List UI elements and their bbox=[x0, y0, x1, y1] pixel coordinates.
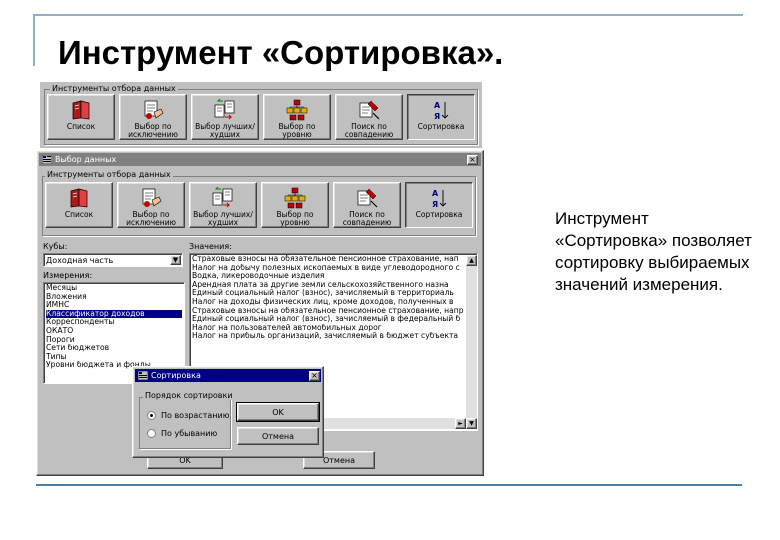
sort-dialog: Сортировка × Порядок сортировки По возра… bbox=[132, 366, 324, 458]
dimension-list-item[interactable]: Классификатор доходов bbox=[46, 309, 182, 319]
sort-descending-radio[interactable]: По убыванию bbox=[147, 429, 217, 438]
tool-button-sort-az[interactable]: А Я Сортировка bbox=[407, 94, 475, 140]
dimensions-label: Измерения: bbox=[43, 271, 93, 280]
chevron-down-icon[interactable]: ▼ bbox=[170, 255, 181, 265]
tool-button-label: Поиск по совпадению bbox=[342, 210, 392, 227]
tool-button-label: Сортировка bbox=[415, 210, 463, 219]
dialog-app-icon bbox=[138, 371, 148, 380]
value-list-item[interactable]: Страховые взносы на обязательное пенсион… bbox=[192, 255, 464, 264]
value-list-item[interactable]: Единый социальный налог (взнос), зачисля… bbox=[192, 315, 464, 324]
dimension-list-item[interactable]: Месяцы bbox=[46, 284, 182, 293]
tool-button-documents-arrows[interactable]: Выбор лучших/худших bbox=[189, 182, 257, 228]
value-list-item[interactable]: Налог на добычу полезных ископаемых в ви… bbox=[192, 264, 464, 273]
cubes-label: Кубы: bbox=[43, 242, 68, 251]
book-icon bbox=[68, 98, 94, 122]
tool-button-book[interactable]: Список bbox=[47, 94, 115, 140]
top-toolbar-legend: Инструменты отбора данных bbox=[50, 84, 178, 93]
hierarchy-icon bbox=[284, 98, 310, 122]
sort-az-icon: АЯ bbox=[426, 186, 452, 210]
top-toolbar-panel: Инструменты отбора данных Список Выбор по… bbox=[40, 82, 482, 148]
book-icon bbox=[66, 186, 92, 210]
sort-ascending-radio[interactable]: По возрастанию bbox=[147, 411, 229, 420]
documents-arrows-icon bbox=[212, 98, 238, 122]
cube-select-value: Доходная часть bbox=[46, 255, 114, 265]
tool-button-hierarchy[interactable]: Выбор по уровню bbox=[263, 94, 331, 140]
tool-button-label: Выбор по уровню bbox=[278, 122, 316, 139]
sort-descending-label: По убыванию bbox=[161, 429, 218, 438]
value-list-item[interactable]: Единый социальный налог (взнос), зачисля… bbox=[192, 289, 464, 298]
documents-arrows-icon bbox=[210, 186, 236, 210]
tool-button-search-pencil[interactable]: Поиск по совпадению bbox=[333, 182, 401, 228]
radio-dot-icon bbox=[147, 411, 156, 420]
tool-button-documents-arrows[interactable]: Выбор лучших/худших bbox=[191, 94, 259, 140]
slide-description: Инструмент «Сортировка» позволяет сортир… bbox=[555, 209, 752, 294]
data-selection-title: Выбор данных bbox=[55, 155, 117, 164]
hierarchy-icon bbox=[282, 186, 308, 210]
scroll-up-arrow-icon[interactable]: ▲ bbox=[466, 255, 477, 266]
tool-button-label: Выбор лучших/худших bbox=[193, 210, 253, 227]
sort-order-group bbox=[139, 397, 231, 449]
dialog-toolbar-legend: Инструменты отбора данных bbox=[45, 170, 173, 179]
dimension-list-item[interactable]: ИМНС bbox=[46, 301, 182, 310]
svg-text:А: А bbox=[432, 189, 439, 198]
value-list-item[interactable]: Водка, ликероводочные изделия bbox=[192, 272, 464, 281]
tool-button-label: Выбор лучших/худших bbox=[195, 122, 255, 139]
tool-button-label: Список bbox=[64, 210, 94, 219]
dimension-list-item[interactable]: Корреспонденты bbox=[46, 318, 182, 327]
value-list-item[interactable]: Арендная плата за другие земли сельскохо… bbox=[192, 281, 464, 290]
value-list-item[interactable]: Налог на доходы физических лиц, кроме до… bbox=[192, 298, 464, 307]
search-pencil-icon bbox=[356, 98, 382, 122]
svg-text:Я: Я bbox=[432, 200, 438, 209]
data-selection-titlebar: Выбор данных bbox=[39, 153, 481, 166]
sort-dialog-title: Сортировка bbox=[151, 371, 201, 380]
tool-button-document-hand[interactable]: Выбор по исключению bbox=[117, 182, 185, 228]
scroll-right-arrow-icon[interactable]: ► bbox=[455, 418, 466, 429]
tool-button-label: Выбор по уровню bbox=[276, 210, 314, 227]
cube-select[interactable]: Доходная часть ▼ bbox=[43, 253, 183, 267]
scroll-down-arrow-icon[interactable]: ▼ bbox=[466, 418, 477, 429]
document-hand-icon bbox=[138, 186, 164, 210]
value-list-item[interactable]: Налог на прибыль организаций, зачисляемы… bbox=[192, 332, 464, 341]
svg-text:А: А bbox=[434, 101, 441, 110]
value-list-item[interactable]: Налог на пользователей автомобильных дор… bbox=[192, 324, 464, 333]
dialog-app-icon bbox=[42, 155, 52, 164]
sort-ascending-label: По возрастанию bbox=[161, 411, 230, 420]
dimension-list-item[interactable]: Вложения bbox=[46, 293, 182, 302]
sort-ok-button[interactable]: OK bbox=[236, 402, 320, 422]
dimension-list-item[interactable]: ОКАТО bbox=[46, 327, 182, 336]
search-pencil-icon bbox=[354, 186, 380, 210]
dimension-list-item[interactable]: Типы bbox=[46, 353, 182, 362]
radio-dot-icon bbox=[147, 429, 156, 438]
tool-button-search-pencil[interactable]: Поиск по совпадению bbox=[335, 94, 403, 140]
tool-button-hierarchy[interactable]: Выбор по уровню bbox=[261, 182, 329, 228]
slide-bottom-rule bbox=[36, 484, 742, 486]
sort-az-icon: АЯ bbox=[428, 98, 454, 122]
dimension-list-item[interactable]: Пороги bbox=[46, 336, 182, 345]
svg-text:Я: Я bbox=[434, 112, 440, 121]
tool-button-label: Поиск по совпадению bbox=[344, 122, 394, 139]
values-vertical-scrollbar[interactable]: ▲ ▼ bbox=[466, 255, 477, 429]
slide-title: Инструмент «Сортировка». bbox=[58, 34, 504, 71]
values-label: Значения: bbox=[189, 242, 232, 251]
slide-top-rule bbox=[33, 14, 743, 16]
tool-button-sort-az[interactable]: А Я Сортировка bbox=[405, 182, 473, 228]
tool-button-document-hand[interactable]: Выбор по исключению bbox=[119, 94, 187, 140]
sort-dialog-titlebar: Сортировка bbox=[135, 369, 321, 382]
value-list-item[interactable]: Страховые взносы на обязательное пенсион… bbox=[192, 307, 464, 316]
tool-button-label: Выбор по исключению bbox=[126, 210, 176, 227]
tool-button-book[interactable]: Список bbox=[45, 182, 113, 228]
tool-button-label: Список bbox=[66, 122, 96, 131]
sort-dialog-close-button[interactable]: × bbox=[309, 371, 320, 381]
sort-order-legend: Порядок сортировки bbox=[143, 391, 235, 400]
sort-cancel-button[interactable]: Отмена bbox=[237, 427, 319, 445]
document-hand-icon bbox=[140, 98, 166, 122]
tool-button-label: Сортировка bbox=[417, 122, 465, 131]
tool-button-label: Выбор по исключению bbox=[128, 122, 178, 139]
dimension-list-item[interactable]: Сети бюджетов bbox=[46, 344, 182, 353]
data-selection-close-button[interactable]: × bbox=[467, 155, 478, 165]
slide-left-rule bbox=[33, 14, 35, 66]
